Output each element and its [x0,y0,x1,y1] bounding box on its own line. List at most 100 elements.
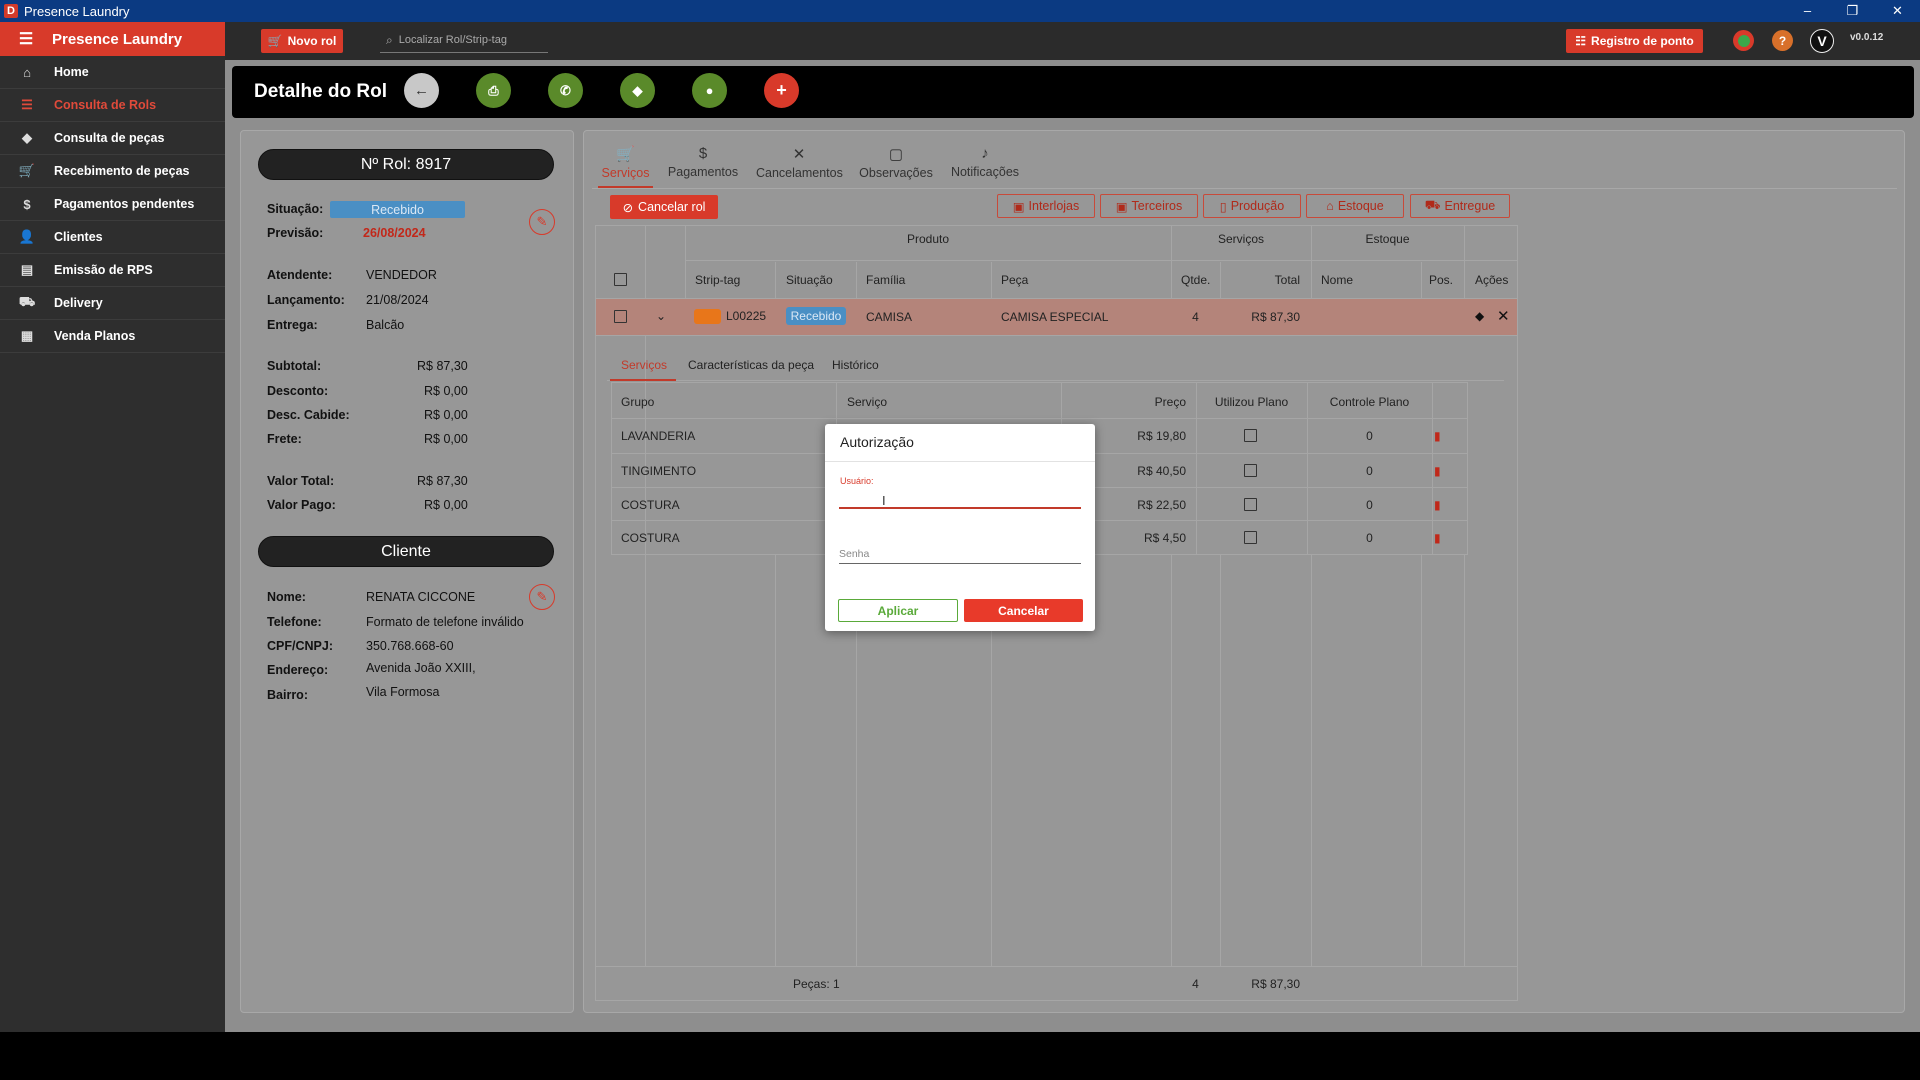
dialog-title: Autorização [840,434,914,450]
subtab-historico[interactable]: Histórico [832,358,879,372]
client-button[interactable]: ● [692,73,727,108]
familia-value: CAMISA [866,310,913,324]
lancamento-label: Lançamento: [267,293,345,307]
trash-icon[interactable]: ▮ [1434,498,1441,512]
producao-button[interactable]: ▯ Produção [1203,194,1301,218]
user-input[interactable]: I [839,489,1081,509]
new-rol-button[interactable]: 🛒 Novo rol [261,29,343,53]
bairro-label: Bairro: [267,688,308,702]
avatar[interactable]: V [1810,29,1834,53]
sidebar-item-delivery[interactable]: ⛟ Delivery [0,287,225,320]
tag-icon: ◆ [632,82,643,98]
close-icon[interactable]: ✕ [1497,307,1510,325]
trash-icon[interactable]: ▮ [1434,531,1441,545]
tag-button[interactable]: ◆ [620,73,655,108]
sidebar-item-clientes[interactable]: 👤 Clientes [0,221,225,254]
cancel-rol-button[interactable]: ⊘ Cancelar rol [610,195,718,219]
apply-button[interactable]: Aplicar [838,599,958,622]
search-input[interactable]: ⌕ Localizar Rol/Strip-tag [380,28,548,53]
pencil-icon: ✎ [536,589,548,604]
menu-icon[interactable]: ☰ [0,29,52,49]
tag-color-swatch [694,309,721,324]
terceiros-button[interactable]: ▣ Terceiros [1100,194,1198,218]
service-grupo: LAVANDERIA [621,429,696,443]
tag-icon[interactable]: ◆ [1475,309,1484,323]
home-icon: ⌂ [23,64,31,80]
dialog-divider [825,461,1095,462]
sidebar-item-label: Clientes [54,230,103,244]
subtab-caracteristicas[interactable]: Características da peça [688,358,814,372]
cart-icon: 🛒 [267,34,283,48]
help-button[interactable]: ? [1772,30,1793,51]
restore-button[interactable]: ❐ [1830,0,1875,22]
cpf-value: 350.768.668-60 [366,639,454,653]
user-icon: 👤 [18,229,36,244]
active-tab-indicator [598,186,653,188]
row-checkbox[interactable] [614,310,627,323]
subtotal-value: R$ 87,30 [417,359,468,373]
telefone-label: Telefone: [267,615,322,629]
whatsapp-send-button[interactable]: ✆ [548,73,583,108]
print-button[interactable]: ⎙ [476,73,511,108]
column-header: Pos. [1429,273,1454,287]
edit-rol-button[interactable]: ✎ [529,209,555,235]
trash-icon[interactable]: ▮ [1434,464,1441,478]
situacao-label: Situação: [267,202,324,216]
column-header: Total [1274,273,1300,287]
sub-column-header: Grupo [621,395,655,409]
tab-pagamentos-label: Pagamentos [667,165,739,179]
edit-client-button[interactable]: ✎ [529,584,555,610]
sidebar-item-consulta-de-pecas[interactable]: ◆ Consulta de peças [0,122,225,155]
close-window-button[interactable]: ✕ [1875,0,1920,22]
sidebar-item-consulta-de-rols[interactable]: ☰ Consulta de Rols [0,89,225,122]
subtab-servicos[interactable]: Serviços [621,358,667,372]
app-logo-icon: D [4,4,18,18]
valor-total-label: Valor Total: [267,474,335,488]
tab-observacoes[interactable]: ▢ Observações [858,145,934,180]
interlojas-button[interactable]: ▣ Interlojas [997,194,1095,218]
column-header: Strip-tag [695,273,741,287]
sidebar-item-label: Consulta de Rols [54,98,157,112]
registro-ponto-button[interactable]: ☷ Registro de ponto [1566,29,1703,53]
entregue-button[interactable]: ⛟ Entregue [1410,194,1510,218]
sidebar-item-home[interactable]: ⌂ Home [0,56,225,89]
chevron-down-icon[interactable]: ⌄ [656,309,666,323]
window-title: Presence Laundry [24,3,130,19]
cancel-button[interactable]: Cancelar [964,599,1083,622]
estoque-button[interactable]: ⌂ Estoque [1306,194,1404,218]
sidebar-item-venda-planos[interactable]: ▦ Venda Planos [0,320,225,353]
subtab-indicator [610,379,676,381]
column-header: Situação [786,273,833,287]
tab-servicos[interactable]: 🛒 Serviços [598,145,653,180]
desc-cabide-value: R$ 0,00 [424,408,468,422]
minimize-button[interactable]: – [1785,0,1830,22]
terceiros-label: Terceiros [1131,199,1183,213]
utilizou-plano-checkbox[interactable] [1244,429,1257,442]
store-icon: ▣ [1012,199,1025,214]
utilizou-plano-checkbox[interactable] [1244,531,1257,544]
back-button[interactable]: ← [404,73,439,108]
utilizou-plano-checkbox[interactable] [1244,464,1257,477]
tab-notificacoes[interactable]: ♪ Notificações [949,145,1021,179]
producao-label: Produção [1230,199,1285,213]
select-all-checkbox[interactable] [614,273,627,286]
sidebar-item-label: Home [54,65,89,79]
password-input[interactable]: Senha [839,544,1081,564]
whatsapp-button[interactable] [1733,30,1754,51]
utilizou-plano-checkbox[interactable] [1244,498,1257,511]
tag-icon: ◆ [22,130,32,145]
service-grupo: COSTURA [621,531,680,545]
sidebar-item-label: Recebimento de peças [54,164,190,178]
sidebar-item-emissao-de-rps[interactable]: ▤ Emissão de RPS [0,254,225,287]
sidebar-item-recebimento-de-pecas[interactable]: 🛒 Recebimento de peças [0,155,225,188]
bottom-bar [0,1032,1920,1080]
sidebar-item-pagamentos-pendentes[interactable]: $ Pagamentos pendentes [0,188,225,221]
comment-icon: ▢ [888,146,904,163]
printer-icon: ⎙ [488,82,499,98]
search-placeholder: Localizar Rol/Strip-tag [398,34,507,46]
tab-cancelamentos[interactable]: ✕ Cancelamentos [756,145,843,180]
add-button[interactable]: + [764,73,799,108]
tab-pagamentos[interactable]: $ Pagamentos [666,145,740,179]
trash-icon[interactable]: ▮ [1434,429,1441,443]
user-icon: ● [705,83,714,98]
